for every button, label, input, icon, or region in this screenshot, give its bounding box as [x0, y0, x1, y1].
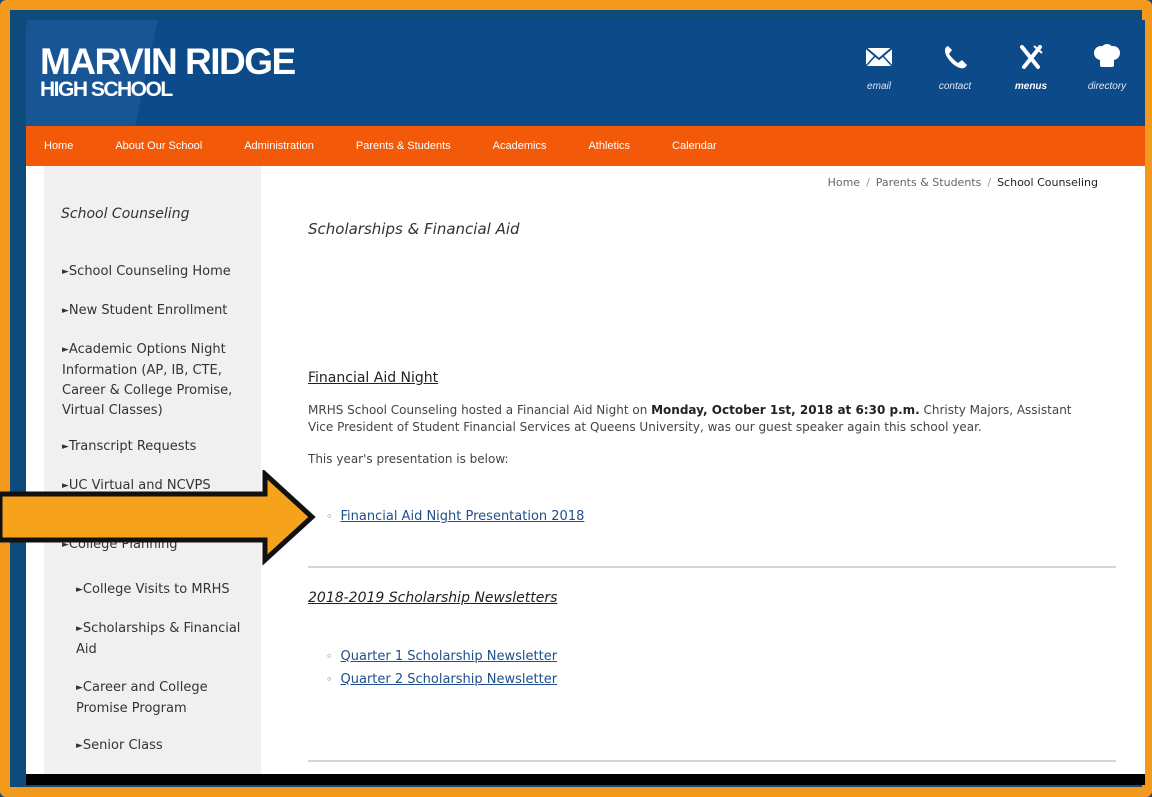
sidebar-item-counseling-home[interactable]: ►School Counseling Home: [62, 262, 252, 283]
nav-athletics[interactable]: Athletics: [588, 140, 630, 152]
breadcrumb: Home / Parents & Students / School Counselin…: [827, 176, 1098, 189]
phone-icon: [944, 46, 967, 69]
school-name-line1: MARVIN RIDGE: [40, 41, 296, 82]
chef-hat-icon: [1094, 44, 1120, 67]
financial-aid-heading: Financial Aid Night: [308, 370, 439, 386]
triangle-icon: ►: [76, 741, 83, 751]
triangle-icon: ►: [62, 267, 69, 277]
menus-link[interactable]: menus: [993, 44, 1069, 93]
nav-about[interactable]: About Our School: [115, 140, 202, 152]
triangle-icon: ►: [76, 624, 83, 634]
presentation-link[interactable]: Financial Aid Night Presentation 2018: [341, 509, 585, 524]
list-item: Quarter 1 Scholarship Newsletter: [326, 645, 558, 668]
annotation-arrow-icon: [0, 470, 316, 566]
nav-parents-students[interactable]: Parents & Students: [356, 140, 451, 152]
bottom-bar: [26, 774, 1145, 785]
list-item: Quarter 2 Scholarship Newsletter: [326, 668, 558, 691]
main-nav: Home About Our School Administration Par…: [26, 126, 1145, 166]
sidebar-item-senior-class[interactable]: ►Senior Class: [76, 736, 256, 757]
sidebar-item-academic-options[interactable]: ►Academic Options Night Information (AP,…: [62, 340, 252, 421]
directory-link[interactable]: directory: [1069, 44, 1145, 93]
breadcrumb-current: School Counseling: [997, 176, 1098, 189]
menus-label: menus: [1014, 81, 1048, 92]
list-item: Financial Aid Night Presentation 2018: [326, 505, 585, 528]
triangle-icon: ►: [62, 306, 69, 316]
presentation-list: Financial Aid Night Presentation 2018: [326, 505, 585, 528]
sidebar-item-career-promise[interactable]: ►Career and College Promise Program: [76, 678, 256, 719]
sidebar-title: School Counseling: [61, 206, 190, 222]
divider: [308, 760, 1116, 762]
nav-academics[interactable]: Academics: [493, 140, 547, 152]
triangle-icon: ►: [76, 683, 83, 693]
page-title: Scholarships & Financial Aid: [308, 220, 520, 238]
financial-aid-description: MRHS School Counseling hosted a Financia…: [308, 403, 1072, 434]
divider: [308, 566, 1116, 568]
breadcrumb-home[interactable]: Home: [828, 176, 860, 189]
sidebar-item-college-visits[interactable]: ►College Visits to MRHS: [76, 580, 256, 601]
newsletter-list: Quarter 1 Scholarship Newsletter Quarter…: [326, 645, 558, 691]
email-link[interactable]: email: [841, 44, 917, 93]
newsletter-q1-link[interactable]: Quarter 1 Scholarship Newsletter: [341, 649, 558, 664]
contact-label: contact: [938, 81, 972, 92]
contact-link[interactable]: contact: [917, 44, 993, 93]
nav-administration[interactable]: Administration: [244, 140, 314, 152]
triangle-icon: ►: [62, 345, 69, 355]
sidebar-item-enrollment[interactable]: ►New Student Enrollment: [62, 301, 252, 322]
school-name-line2: HIGH SCHOOL: [40, 78, 173, 101]
newsletter-q2-link[interactable]: Quarter 2 Scholarship Newsletter: [341, 672, 558, 687]
utensils-icon: [1020, 45, 1043, 69]
directory-label: directory: [1087, 81, 1127, 92]
triangle-icon: ►: [62, 442, 69, 452]
nav-calendar[interactable]: Calendar: [672, 140, 717, 152]
nav-home[interactable]: Home: [44, 140, 73, 152]
utility-nav: email contact menus directory: [841, 44, 1145, 93]
site-header: MARVIN RIDGE HIGH SCHOOL email contact m…: [26, 20, 1145, 126]
sidebar-item-scholarships[interactable]: ►Scholarships & Financial Aid: [76, 619, 256, 660]
newsletters-heading: 2018-2019 Scholarship Newsletters: [308, 590, 558, 606]
triangle-icon: ►: [76, 585, 83, 595]
envelope-icon: [865, 47, 893, 67]
breadcrumb-parents[interactable]: Parents & Students: [876, 176, 982, 189]
school-logo[interactable]: MARVIN RIDGE HIGH SCHOOL: [40, 41, 296, 101]
email-label: email: [867, 81, 891, 92]
presentation-intro: This year's presentation is below:: [308, 452, 509, 466]
browser-page: MARVIN RIDGE HIGH SCHOOL email contact m…: [26, 20, 1145, 785]
sidebar-item-transcripts[interactable]: ►Transcript Requests: [62, 437, 252, 458]
